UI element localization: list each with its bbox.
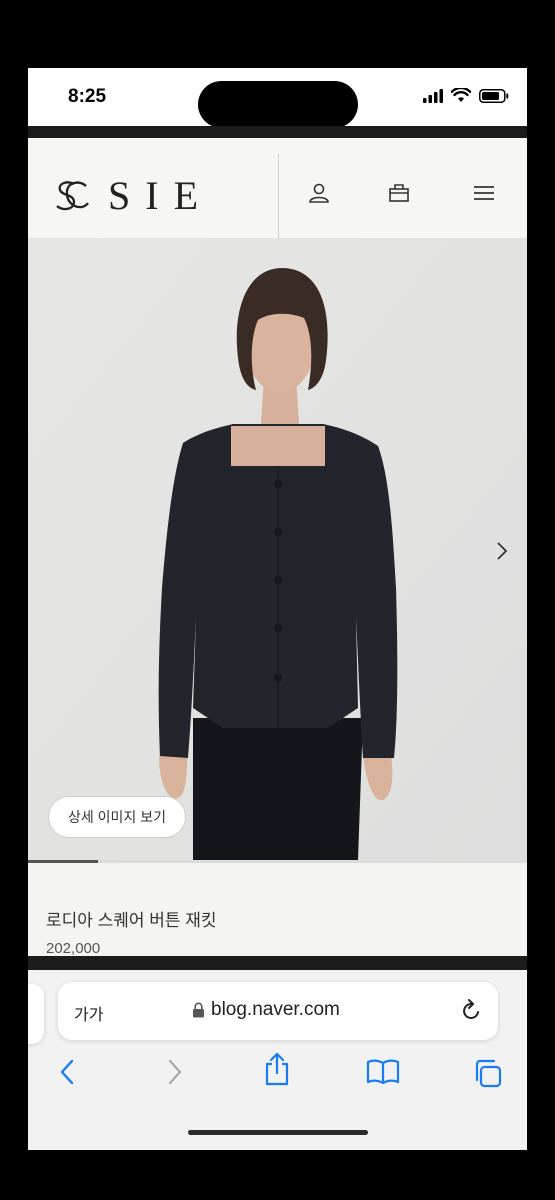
product-image-gallery[interactable]: 상세 이미지 보기 (28, 238, 527, 860)
menu-icon[interactable] (473, 182, 495, 204)
bag-icon[interactable] (388, 182, 410, 204)
forward-icon[interactable] (166, 1058, 184, 1086)
battery-icon (479, 88, 509, 103)
logo-text: SIE (108, 173, 213, 218)
address-bar[interactable]: 가가 blog.naver.com (58, 982, 498, 1040)
lock-icon (193, 1002, 204, 1018)
cellular-signal-icon (423, 88, 443, 103)
browser-chrome: 가가 blog.naver.com (28, 970, 527, 1150)
tabs-icon[interactable] (472, 1058, 502, 1088)
top-divider-band (28, 126, 527, 138)
previous-tab-peek[interactable] (28, 984, 44, 1044)
sie-logo[interactable]: SIE (52, 172, 213, 219)
product-name: 로디아 스퀘어 버튼 재킷 (46, 911, 217, 930)
url-text: blog.naver.com (211, 999, 340, 1020)
share-icon[interactable] (263, 1052, 291, 1086)
home-indicator (188, 1130, 368, 1135)
model-photo (28, 238, 527, 860)
header-divider (278, 154, 279, 238)
text-size-button[interactable]: 가가 (74, 1001, 103, 1025)
gallery-progress-fill (28, 860, 98, 863)
site-header: SIE (28, 138, 527, 239)
back-icon[interactable] (58, 1058, 76, 1086)
status-time: 8:25 (68, 86, 107, 107)
status-bar: 8:25 (28, 68, 527, 128)
gallery-progress-bar (28, 860, 527, 863)
sie-monogram-icon (56, 180, 89, 210)
browser-divider-band (28, 956, 527, 970)
dynamic-island (198, 81, 358, 128)
phone-screen: 8:25 SIE 상세 이미지 보기 로디아 스퀘어 버튼 재킷 202,000… (28, 68, 527, 1150)
chevron-right-icon[interactable] (495, 540, 509, 562)
wifi-icon (451, 88, 471, 102)
browser-toolbar (28, 1052, 527, 1098)
account-icon[interactable] (308, 182, 330, 204)
bookmarks-icon[interactable] (366, 1058, 400, 1084)
view-detail-images-button[interactable]: 상세 이미지 보기 (48, 796, 186, 838)
product-price: 202,000 (46, 940, 101, 957)
reload-icon[interactable] (460, 998, 482, 1022)
